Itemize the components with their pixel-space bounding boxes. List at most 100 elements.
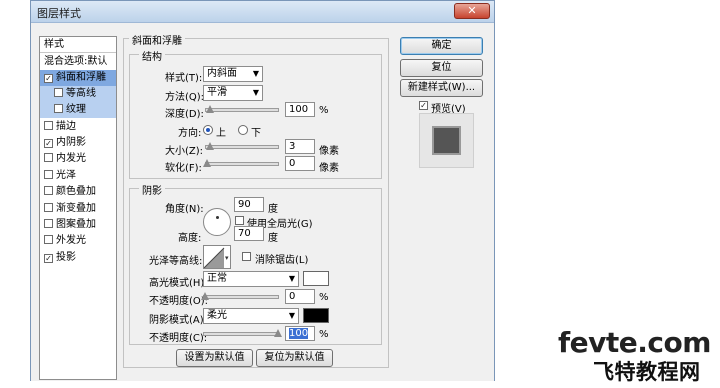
shading-title: 阴影 <box>139 182 165 197</box>
checkbox-icon[interactable] <box>44 121 53 130</box>
altitude-input[interactable]: 70 <box>234 226 264 241</box>
new-style-button[interactable]: 新建样式(W)... <box>400 79 483 97</box>
highlight-opacity-unit: % <box>319 292 329 303</box>
gloss-contour-picker[interactable]: ▾ <box>203 245 231 269</box>
style-item-gradient-overlay[interactable]: 渐变叠加 <box>40 201 116 217</box>
depth-unit: % <box>319 105 329 116</box>
highlight-opacity-slider[interactable] <box>201 292 279 300</box>
checkbox-icon[interactable] <box>44 170 53 179</box>
angle-label: 角度(N): <box>165 204 204 215</box>
checkbox-icon[interactable] <box>44 203 53 212</box>
checkbox-icon[interactable] <box>54 104 63 113</box>
highlight-color-swatch[interactable] <box>303 271 329 286</box>
style-item-satin[interactable]: 光泽 <box>40 168 116 184</box>
direction-label: 方向: <box>178 128 202 139</box>
shadow-opacity-input[interactable]: 100 <box>285 326 315 341</box>
highlight-opacity-label: 不透明度(O): <box>149 296 209 307</box>
style-list-header: 样式 <box>40 37 116 53</box>
shadow-opacity-slider[interactable] <box>203 329 282 337</box>
title-bar: 图层样式 ✕ <box>31 1 494 23</box>
soften-label: 软化(F): <box>165 163 202 174</box>
dialog-title: 图层样式 <box>37 7 81 20</box>
watermark-domain: fevte.com <box>558 326 711 359</box>
style-item-texture[interactable]: 纹理 <box>40 102 116 118</box>
antialias-label: 消除锯齿(L) <box>255 255 309 266</box>
style-list: 样式 混合选项:默认 ✓ 斜面和浮雕 等高线 纹理 描边 ✓ 内阴影 内发光 光泽 … <box>39 36 117 380</box>
style-item-outer-glow[interactable]: 外发光 <box>40 233 116 249</box>
antialias-checkbox[interactable] <box>242 252 251 261</box>
depth-label: 深度(D): <box>165 109 204 120</box>
preview-checkbox[interactable]: ✓ <box>419 101 428 110</box>
depth-input[interactable]: 100 <box>285 102 315 117</box>
highlight-mode-select[interactable]: 正常 ▼ <box>203 271 299 287</box>
checkbox-icon[interactable]: ✓ <box>44 74 53 83</box>
set-default-button[interactable]: 设置为默认值 <box>176 349 253 367</box>
checkbox-icon[interactable] <box>44 186 53 195</box>
preview-swatch <box>432 126 461 155</box>
altitude-label: 高度: <box>178 233 202 244</box>
angle-dial[interactable] <box>203 208 231 236</box>
soften-slider[interactable] <box>203 159 279 167</box>
size-unit: 像素 <box>319 146 339 157</box>
slider-thumb[interactable] <box>201 292 209 300</box>
technique-label: 方法(Q): <box>165 92 205 103</box>
style-select[interactable]: 内斜面 ▼ <box>203 66 263 82</box>
size-input[interactable]: 3 <box>285 139 315 154</box>
reset-default-button[interactable]: 复位为默认值 <box>256 349 333 367</box>
direction-down-radio[interactable] <box>238 125 248 135</box>
size-slider[interactable] <box>205 142 279 150</box>
close-button[interactable]: ✕ <box>454 3 490 19</box>
shadow-opacity-label: 不透明度(C): <box>149 333 208 344</box>
soften-unit: 像素 <box>319 163 339 174</box>
reset-button[interactable]: 复位 <box>400 59 483 77</box>
shadow-opacity-unit: % <box>319 329 329 340</box>
direction-down-label: 下 <box>251 128 261 139</box>
style-item-stroke[interactable]: 描边 <box>40 119 116 135</box>
style-item-inner-shadow[interactable]: ✓ 内阴影 <box>40 135 116 151</box>
slider-thumb[interactable] <box>206 142 214 150</box>
style-item-drop-shadow[interactable]: ✓ 投影 <box>40 250 116 266</box>
highlight-opacity-input[interactable]: 0 <box>285 289 315 304</box>
slider-thumb[interactable] <box>203 159 211 167</box>
slider-thumb[interactable] <box>206 105 214 113</box>
style-item-color-overlay[interactable]: 颜色叠加 <box>40 184 116 200</box>
ok-button[interactable]: 确定 <box>400 37 483 55</box>
direction-up-label: 上 <box>216 128 226 139</box>
bevel-emboss-title: 斜面和浮雕 <box>129 32 185 47</box>
soften-input[interactable]: 0 <box>285 156 315 171</box>
style-item-bevel-emboss[interactable]: ✓ 斜面和浮雕 <box>40 70 116 86</box>
shadow-mode-select[interactable]: 柔光 ▼ <box>203 308 299 324</box>
preview-thumbnail <box>419 113 474 168</box>
style-item-inner-glow[interactable]: 内发光 <box>40 151 116 167</box>
slider-thumb[interactable] <box>274 329 282 337</box>
checkbox-icon[interactable] <box>54 88 63 97</box>
dialog-body: 样式 混合选项:默认 ✓ 斜面和浮雕 等高线 纹理 描边 ✓ 内阴影 内发光 光泽 … <box>31 24 494 381</box>
chevron-down-icon: ▼ <box>288 311 295 320</box>
shadow-color-swatch[interactable] <box>303 308 329 323</box>
svg-text:▾: ▾ <box>225 254 229 262</box>
depth-slider[interactable] <box>205 105 279 113</box>
gloss-contour-label: 光泽等高线: <box>149 256 203 267</box>
layer-style-dialog: 图层样式 ✕ 样式 混合选项:默认 ✓ 斜面和浮雕 等高线 纹理 描边 ✓ 内阴影 … <box>30 0 495 381</box>
altitude-unit: 度 <box>268 233 278 244</box>
size-label: 大小(Z): <box>165 146 204 157</box>
angle-input[interactable]: 90 <box>234 197 264 212</box>
watermark-site-name: 飞特教程网 <box>593 360 701 384</box>
checkbox-icon[interactable] <box>44 235 53 244</box>
global-light-checkbox[interactable] <box>235 216 244 225</box>
style-item-pattern-overlay[interactable]: 图案叠加 <box>40 217 116 233</box>
style-item-blending-options[interactable]: 混合选项:默认 <box>40 54 116 70</box>
structure-title: 结构 <box>139 48 165 63</box>
style-item-contour[interactable]: 等高线 <box>40 86 116 102</box>
checkbox-icon[interactable]: ✓ <box>44 254 53 263</box>
direction-up-radio[interactable] <box>203 125 213 135</box>
technique-select[interactable]: 平滑 ▼ <box>203 85 263 101</box>
chevron-down-icon: ▼ <box>288 274 295 283</box>
style-label: 样式(T): <box>165 73 203 84</box>
gloss-contour-icon: ▾ <box>204 247 229 268</box>
checkbox-icon[interactable] <box>44 219 53 228</box>
checkbox-icon[interactable] <box>44 153 53 162</box>
highlight-mode-label: 高光模式(H): <box>149 278 208 289</box>
checkbox-icon[interactable]: ✓ <box>44 139 53 148</box>
chevron-down-icon: ▼ <box>252 88 259 97</box>
